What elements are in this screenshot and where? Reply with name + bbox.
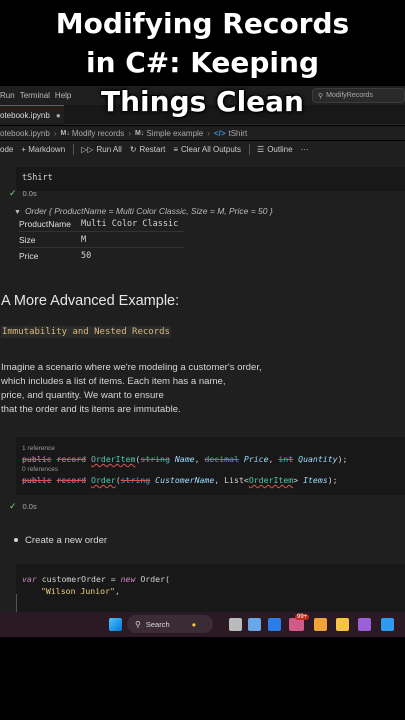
breadcrumb-item-modify-records[interactable]: Modify records xyxy=(72,129,124,138)
notebook-editor: tShirt ✓ 0.0s ▼ Order { ProductName = Mul… xyxy=(0,157,405,612)
output-key: ProductName xyxy=(19,218,71,229)
title-line: in C#: Keeping xyxy=(85,46,320,79)
title-line: Things Clean xyxy=(101,85,304,118)
code-cell-tshirt[interactable]: tShirt xyxy=(16,167,405,191)
code-line: "Wilson Junior", xyxy=(41,586,120,596)
chevron-right-icon: › xyxy=(53,128,57,138)
chevron-right-icon: › xyxy=(128,128,131,138)
outline-button[interactable]: ☰ Outline xyxy=(257,145,293,154)
breadcrumb: otebook.ipynb › M↓ Modify records › M↓ S… xyxy=(0,126,405,140)
code-cell-records[interactable] xyxy=(16,437,405,495)
run-all-icon: ▷▷ xyxy=(81,144,94,154)
breadcrumb-item-simple-example[interactable]: Simple example xyxy=(146,129,203,138)
checkmark-app-icon[interactable] xyxy=(268,618,281,631)
toolbar-divider xyxy=(73,143,75,155)
output-key: Price xyxy=(19,251,39,261)
csharp-icon: </> xyxy=(213,128,226,138)
windows-start-icon[interactable] xyxy=(109,618,122,631)
markdown-heading: A More Advanced Example: xyxy=(1,293,180,309)
notebook-toolbar: ode + Markdown ▷▷ Run All ↻ Restart ≡ Clear… xyxy=(0,141,405,157)
add-code-label: ode xyxy=(0,144,14,154)
chevron-right-icon: › xyxy=(207,128,210,138)
bullet-dot xyxy=(14,538,18,543)
breadcrumb-item-tshirt[interactable]: tShirt xyxy=(229,129,248,138)
taskbar-search-label: Search xyxy=(145,619,170,629)
taskbar-search[interactable]: ⚲ Search ● xyxy=(127,615,213,633)
para-line: that the order and its items are immutab… xyxy=(1,404,181,415)
success-check-icon: ✓ xyxy=(9,501,17,511)
code-line: public record Order(string CustomerName,… xyxy=(22,475,338,485)
video-bottom-area xyxy=(0,637,405,720)
code-line: var customerOrder = new Order( xyxy=(22,574,170,584)
cell-status: ✓ 0.0s xyxy=(9,188,37,199)
add-markdown-button[interactable]: + Markdown xyxy=(21,145,65,154)
output-value: 50 xyxy=(81,251,92,261)
bullet-text: Create a new order xyxy=(25,535,108,546)
clear-all-icon: ≡ xyxy=(173,144,178,154)
markdown-paragraph: Imagine a scenario where we're modeling … xyxy=(1,361,262,417)
breadcrumb-file[interactable]: otebook.ipynb xyxy=(0,129,50,138)
cell-status: ✓ 0.0s xyxy=(9,501,37,512)
code-text: tShirt xyxy=(22,173,53,183)
markdown-icon: M↓ xyxy=(134,129,145,137)
restart-label: Restart xyxy=(139,144,166,154)
title-line: Modifying Records xyxy=(55,7,350,40)
add-code-button[interactable]: ode xyxy=(0,145,13,154)
add-markdown-label: + Markdown xyxy=(21,144,66,154)
indent-guide xyxy=(16,594,17,612)
notification-badge: 99+ xyxy=(295,614,310,620)
weather-icon: ● xyxy=(191,619,197,629)
markdown-icon: M↓ xyxy=(60,129,70,137)
restart-button[interactable]: ↻ Restart xyxy=(130,145,166,154)
run-all-label: Run All xyxy=(96,144,122,154)
clear-label: Clear All Outputs xyxy=(181,144,242,154)
success-check-icon: ✓ xyxy=(9,188,17,198)
code-line: public record OrderItem(string Name, dec… xyxy=(22,454,348,464)
vscode-icon[interactable] xyxy=(381,618,394,631)
clear-outputs-button[interactable]: ≡ Clear All Outputs xyxy=(173,145,241,154)
chevron-down-icon: ▼ xyxy=(14,209,21,216)
run-all-button[interactable]: ▷▷ Run All xyxy=(81,145,122,154)
video-title-overlay: Modifying Records in C#: Keeping Things … xyxy=(0,4,405,121)
output-value: M xyxy=(81,234,87,245)
file-explorer-icon[interactable] xyxy=(336,618,349,631)
output-key: Size xyxy=(19,234,36,245)
search-icon: ⚲ xyxy=(135,619,141,629)
outlook-icon[interactable] xyxy=(314,618,327,631)
widgets-icon[interactable] xyxy=(248,618,261,631)
output-value: Multi Color Classic xyxy=(81,218,179,229)
para-line: price, and quantity. We want to ensure xyxy=(1,390,164,401)
markdown-bullet: Create a new order xyxy=(14,535,107,546)
exec-time: 0.0s xyxy=(22,502,37,511)
output-row: ProductName Multi Color Classic xyxy=(19,216,184,232)
codelens-references[interactable]: 0 references xyxy=(22,466,58,473)
task-view-icon[interactable] xyxy=(229,618,242,631)
para-line: which includes a list of items. Each ite… xyxy=(1,376,226,387)
toolbar-divider xyxy=(249,143,251,155)
codelens-references[interactable]: 1 reference xyxy=(22,445,55,452)
outline-label: Outline xyxy=(267,144,293,154)
output-header[interactable]: ▼ Order { ProductName = Multi Color Class… xyxy=(14,206,273,216)
outline-icon: ☰ xyxy=(257,144,265,154)
restart-icon: ↻ xyxy=(129,144,137,154)
output-summary: Order { ProductName = Multi Color Classi… xyxy=(24,206,273,216)
para-line: Imagine a scenario where we're modeling … xyxy=(1,362,262,373)
exec-time: 0.0s xyxy=(22,189,37,198)
markdown-code-span: Immutability and Nested Records xyxy=(1,326,171,338)
output-row: Size M xyxy=(19,232,184,248)
more-actions-button[interactable]: ··· xyxy=(301,145,309,154)
visual-studio-icon[interactable] xyxy=(358,618,371,631)
output-row: Price 50 xyxy=(19,248,184,264)
